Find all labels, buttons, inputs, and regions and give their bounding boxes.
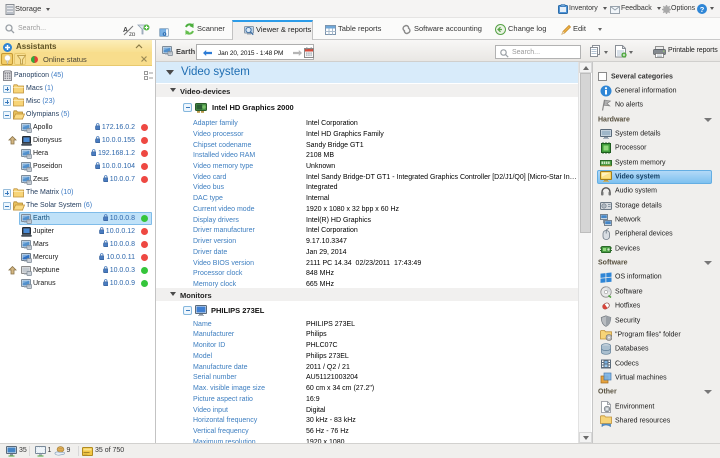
svg-text:zp: zp <box>129 32 136 36</box>
svg-text:?: ? <box>700 5 705 14</box>
